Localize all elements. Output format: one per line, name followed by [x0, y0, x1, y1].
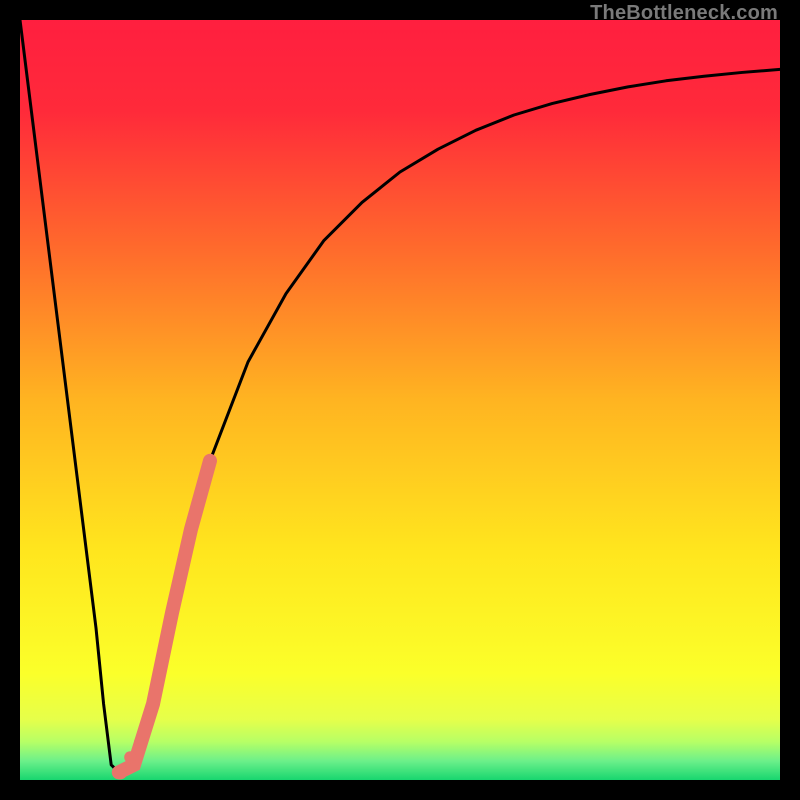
bottleneck-curve — [20, 20, 780, 772]
curve-layer — [20, 20, 780, 780]
chart-frame: TheBottleneck.com — [0, 0, 800, 800]
watermark-text: TheBottleneck.com — [590, 2, 778, 25]
highlight-dot — [113, 765, 127, 779]
highlight-dot — [134, 736, 146, 748]
highlight-dot — [124, 751, 136, 763]
plot-area — [20, 20, 780, 780]
highlight-segment — [119, 461, 210, 773]
